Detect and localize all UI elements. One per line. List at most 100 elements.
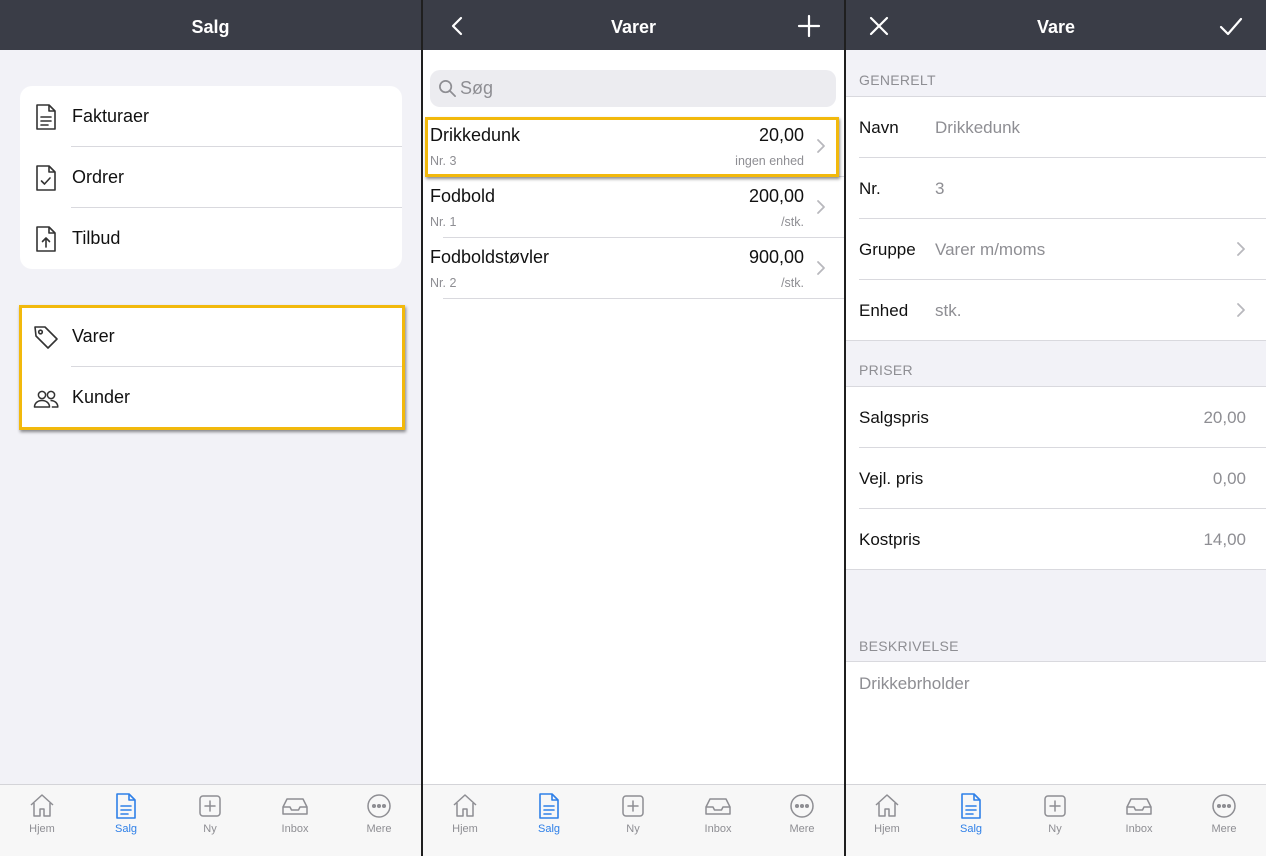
field-value: stk. (935, 301, 962, 320)
more-circle-icon (1212, 794, 1236, 818)
menu-item-tilbud[interactable]: Tilbud (20, 208, 402, 269)
field-nr[interactable]: Nr. 3 (846, 158, 1266, 219)
chevron-right-icon (817, 200, 825, 214)
tab-label: Mere (366, 823, 392, 835)
registers-card: Varer Kunder (20, 306, 402, 428)
vare-nav-bar: Vare (846, 0, 1266, 50)
item-number: Nr. 1 (430, 215, 457, 229)
people-icon (33, 390, 59, 408)
search-input[interactable] (460, 74, 820, 103)
field-gruppe[interactable]: Gruppe Varer m/moms (846, 219, 1266, 280)
tab-ny[interactable]: Ny (1025, 791, 1085, 849)
tab-label: Salg (537, 823, 561, 835)
field-label: Enhed (859, 301, 909, 320)
home-icon (30, 794, 54, 817)
inbox-tray-icon (282, 798, 308, 815)
description-field[interactable]: Drikkebrholder (846, 661, 1266, 785)
field-label: Vejl. pris (859, 469, 924, 488)
search-icon (439, 80, 456, 97)
field-label: Gruppe (859, 240, 916, 259)
menu-item-kunder[interactable]: Kunder (20, 367, 402, 428)
varer-title: Varer (610, 17, 657, 37)
tab-label: Hjem (874, 823, 900, 835)
salg-nav-bar: Salg (0, 0, 421, 50)
plus-square-icon (622, 795, 644, 817)
field-navn[interactable]: Navn Drikkedunk (846, 97, 1266, 158)
tab-hjem[interactable]: Hjem (435, 791, 495, 849)
plus-square-icon (1044, 795, 1066, 817)
sales-document-icon (539, 793, 559, 819)
chevron-right-icon (1237, 242, 1245, 256)
more-circle-icon (367, 794, 391, 818)
tab-inbox[interactable]: Inbox (688, 791, 748, 849)
tab-label: Inbox (704, 823, 732, 835)
field-label: Kostpris (859, 530, 921, 549)
tab-label: Salg (959, 823, 983, 835)
tab-inbox[interactable]: Inbox (1109, 791, 1169, 849)
item-price: 200,00 (748, 186, 804, 206)
home-icon (875, 794, 899, 817)
tab-salg[interactable]: Salg (96, 791, 156, 849)
tab-hjem[interactable]: Hjem (857, 791, 917, 849)
field-label: Nr. (859, 179, 881, 198)
menu-label: Tilbud (72, 228, 121, 248)
list-item-fodboldstovler[interactable]: Fodboldstøvler 900,00 Nr. 2 /stk. (423, 238, 844, 299)
section-header-general: GENERELT (859, 72, 936, 88)
price-fields-group: Salgspris 20,00 Vejl. pris 0,00 Kostpris… (846, 386, 1266, 570)
plus-icon (797, 14, 821, 38)
tab-mere[interactable]: Mere (772, 791, 832, 849)
item-number: Nr. 2 (430, 276, 457, 290)
checkmark-icon (1219, 17, 1243, 36)
field-value: Varer m/moms (935, 240, 1046, 259)
plus-square-icon (199, 795, 221, 817)
tab-inbox[interactable]: Inbox (265, 791, 325, 849)
vare-title: Vare (1036, 17, 1076, 37)
tab-hjem[interactable]: Hjem (12, 791, 72, 849)
list-item-fodbold[interactable]: Fodbold 200,00 Nr. 1 /stk. (423, 177, 844, 238)
tab-mere[interactable]: Mere (349, 791, 409, 849)
list-item-drikkedunk[interactable]: Drikkedunk 20,00 Nr. 3 ingen enhed (423, 116, 844, 177)
more-circle-icon (790, 794, 814, 818)
search-bar (430, 70, 836, 107)
tab-mere[interactable]: Mere (1194, 791, 1254, 849)
tag-icon (34, 326, 58, 349)
tab-label: Ny (626, 823, 640, 835)
tab-label: Inbox (281, 823, 309, 835)
tab-salg[interactable]: Salg (941, 791, 1001, 849)
field-vejl-pris[interactable]: Vejl. pris 0,00 (846, 448, 1266, 509)
varer-nav-bar: Varer (423, 0, 844, 50)
tab-salg[interactable]: Salg (519, 791, 579, 849)
tab-label: Mere (789, 823, 815, 835)
save-button[interactable] (1218, 13, 1244, 39)
document-upload-icon (36, 226, 56, 252)
chevron-right-icon (817, 139, 825, 153)
field-salgspris[interactable]: Salgspris 20,00 (846, 387, 1266, 448)
vare-screen: Vare GENERELT Navn Drikkedunk Nr. 3 Grup… (846, 0, 1266, 856)
row-separator (443, 298, 844, 299)
field-label: Salgspris (859, 408, 929, 427)
tab-ny[interactable]: Ny (603, 791, 663, 849)
field-value: 14,00 (1203, 530, 1246, 549)
field-value: 0,00 (1212, 469, 1246, 488)
inbox-tray-icon (705, 798, 731, 815)
tab-label: Inbox (1125, 823, 1153, 835)
menu-item-ordrer[interactable]: Ordrer (20, 147, 402, 208)
menu-label: Kunder (72, 387, 131, 407)
tab-ny[interactable]: Ny (180, 791, 240, 849)
tab-bar: Hjem Salg Ny Inbox Mere (846, 784, 1266, 856)
chevron-right-icon (817, 261, 825, 275)
field-kostpris[interactable]: Kostpris 14,00 (846, 509, 1266, 570)
sales-documents-card: Fakturaer Ordrer Tilbud (20, 86, 402, 269)
tab-label: Mere (1211, 823, 1237, 835)
menu-label: Varer (72, 326, 115, 346)
salg-title: Salg (191, 17, 230, 37)
add-item-button[interactable] (796, 13, 822, 39)
menu-item-varer[interactable]: Varer (20, 306, 402, 367)
menu-item-fakturaer[interactable]: Fakturaer (20, 86, 402, 147)
section-header-description: BESKRIVELSE (859, 638, 959, 654)
field-value: Drikkedunk (935, 118, 1021, 137)
document-check-icon (36, 165, 56, 191)
field-value: 20,00 (1203, 408, 1246, 427)
tab-label: Hjem (29, 823, 55, 835)
field-enhed[interactable]: Enhed stk. (846, 280, 1266, 341)
